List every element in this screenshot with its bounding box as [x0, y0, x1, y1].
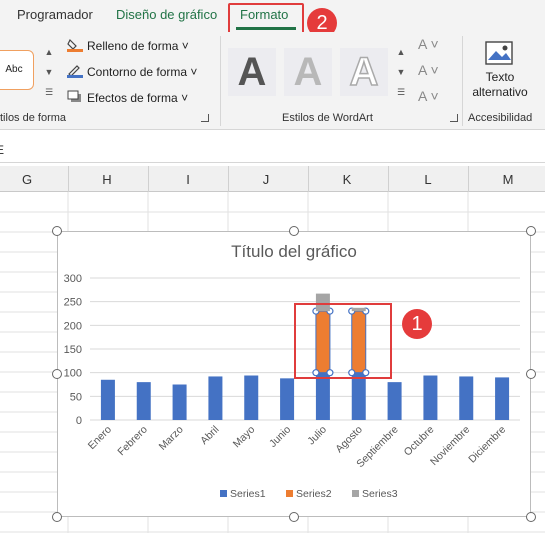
legend-entry: Series1: [230, 488, 266, 500]
bar-series1[interactable]: [387, 382, 402, 420]
step-badge-1: 1: [402, 309, 432, 339]
x-tick-label: Agosto: [333, 424, 365, 456]
bar-series1[interactable]: [459, 376, 474, 420]
legend-entry: Series2: [296, 488, 332, 500]
y-tick-label: 100: [64, 368, 82, 380]
legend-swatch: [286, 490, 293, 497]
x-tick-label: Febrero: [115, 424, 150, 459]
bar-series1[interactable]: [423, 375, 438, 420]
x-tick-label: Mayo: [231, 424, 258, 451]
x-tick-label: Diciembre: [466, 424, 508, 466]
y-tick-label: 150: [64, 344, 82, 356]
x-tick-label: Marzo: [157, 424, 186, 453]
y-tick-label: 250: [64, 297, 82, 309]
x-tick-label: Noviembre: [428, 424, 472, 468]
x-tick-label: Abril: [198, 424, 221, 447]
bar-series1[interactable]: [315, 372, 330, 420]
bar-series1[interactable]: [136, 382, 151, 420]
y-tick-label: 50: [70, 391, 82, 403]
x-tick-label: Junio: [267, 424, 293, 450]
bar-series1[interactable]: [100, 379, 115, 420]
bar-series1[interactable]: [244, 375, 259, 420]
y-tick-label: 0: [76, 415, 82, 427]
y-tick-label: 300: [64, 273, 82, 285]
y-tick-label: 200: [64, 320, 82, 332]
legend-entry: Series3: [362, 488, 398, 500]
selection-highlight-box: [294, 303, 392, 379]
bar-series1[interactable]: [280, 378, 295, 420]
legend-swatch: [220, 490, 227, 497]
x-tick-label: Julio: [305, 424, 329, 448]
legend-swatch: [352, 490, 359, 497]
x-tick-label: Enero: [86, 424, 114, 452]
bar-series1[interactable]: [172, 384, 187, 421]
x-tick-label: Octubre: [402, 424, 437, 459]
bar-series1[interactable]: [495, 377, 510, 420]
bar-series1[interactable]: [351, 372, 366, 420]
plot-area[interactable]: 0 50 100 150 200 250 300 Enero Febrero Marzo Abril…: [0, 0, 545, 533]
bar-series1[interactable]: [208, 376, 223, 420]
